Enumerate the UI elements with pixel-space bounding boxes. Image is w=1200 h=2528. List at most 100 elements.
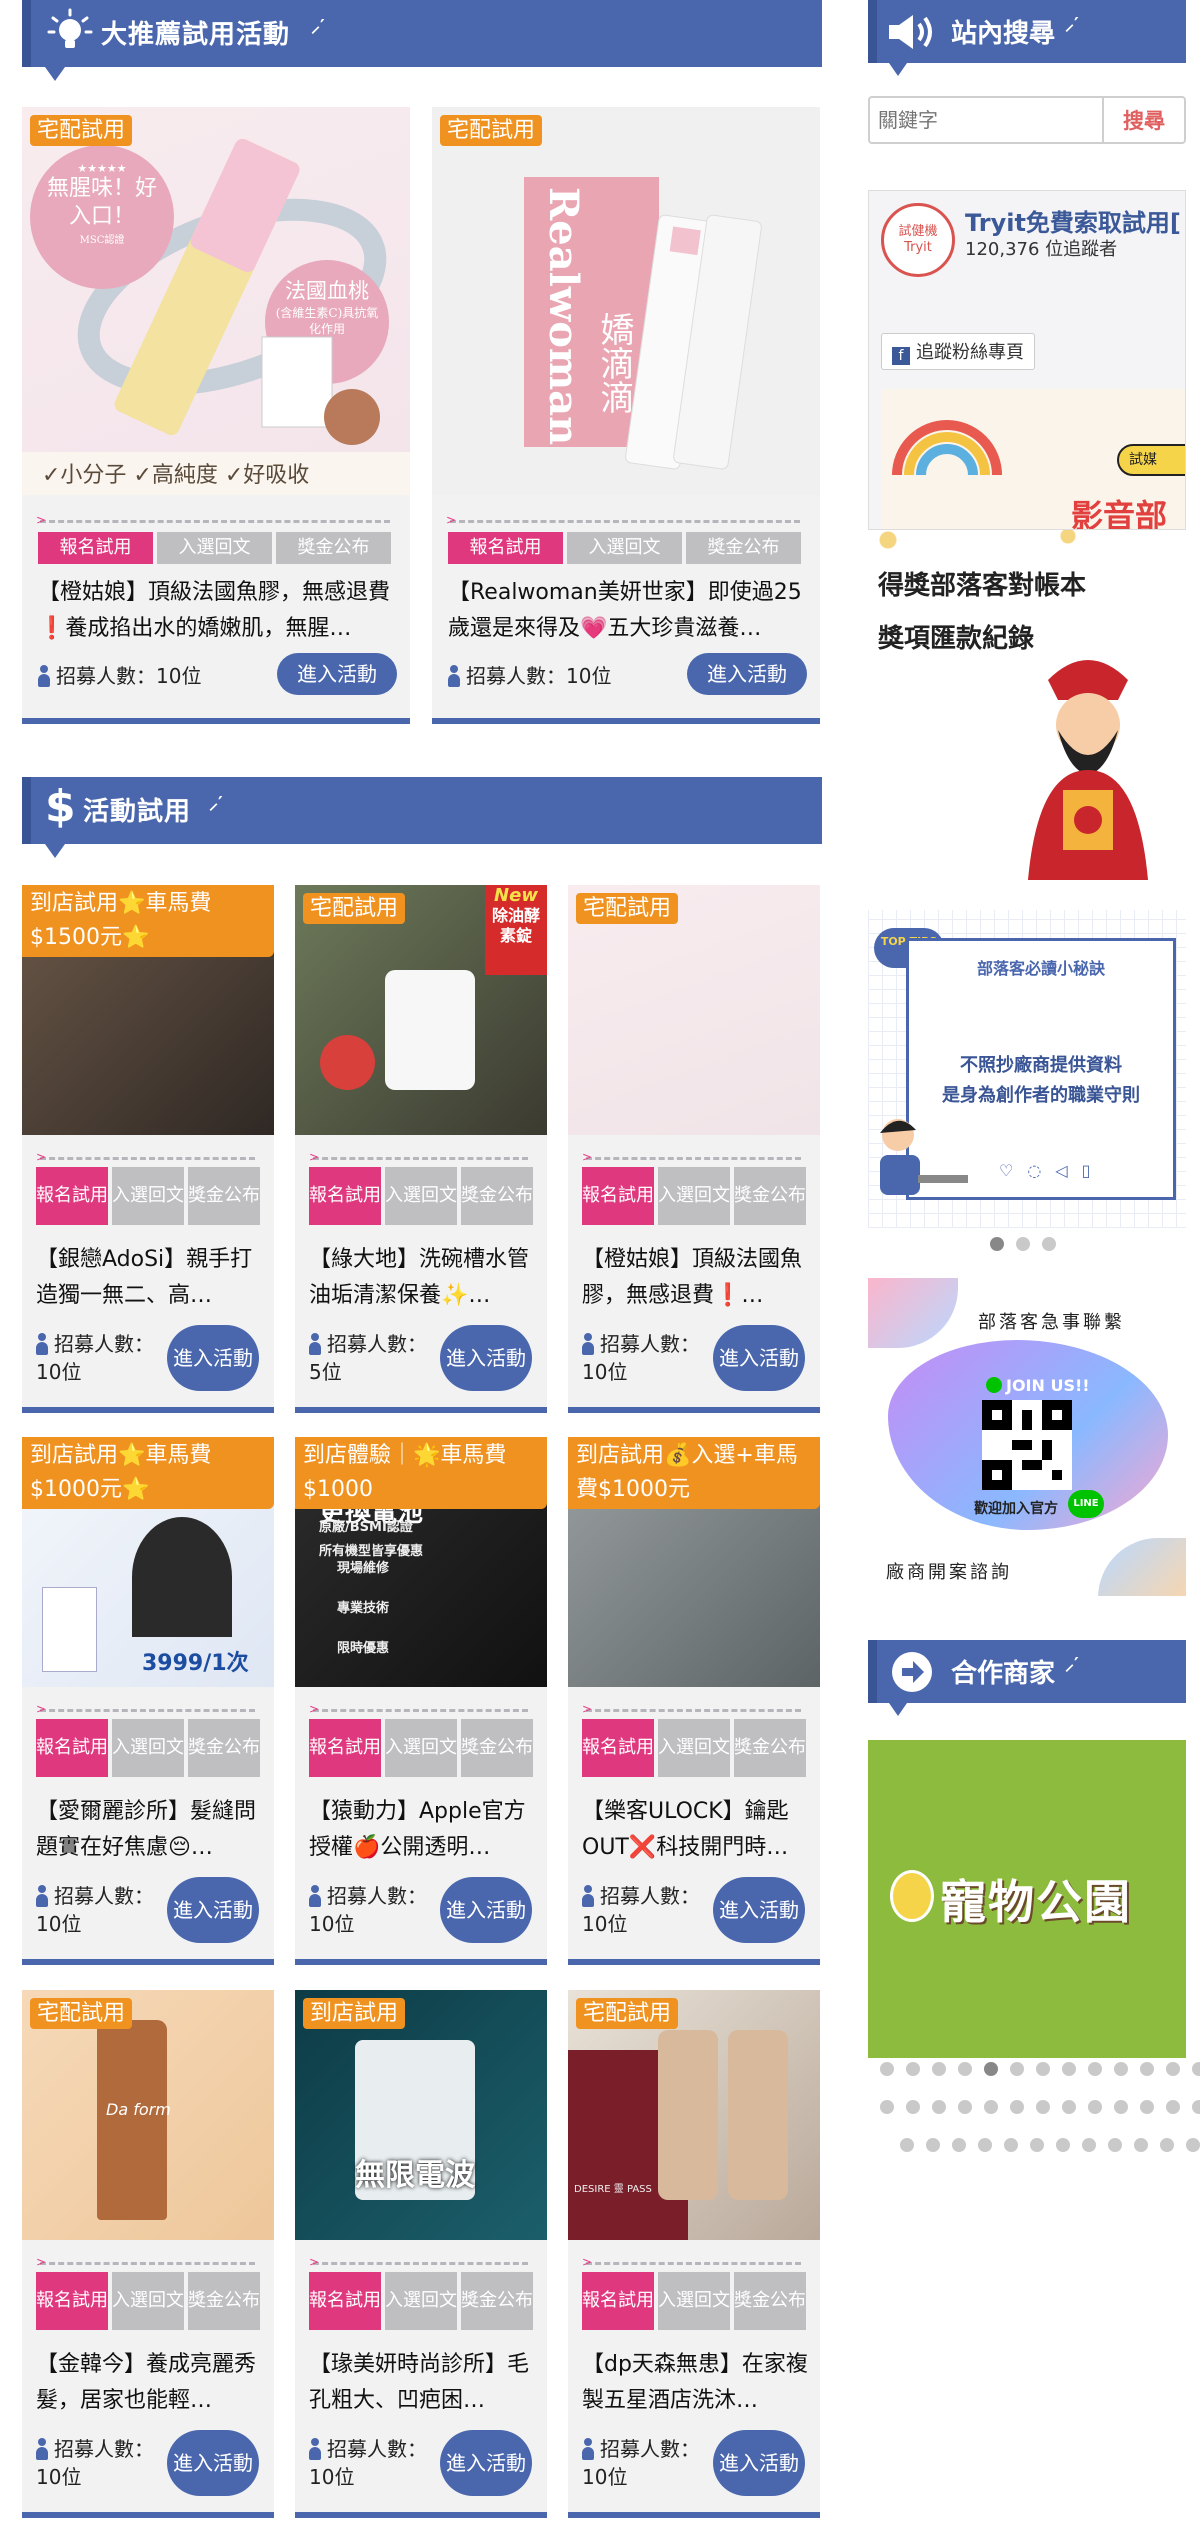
activity-card[interactable]: 3999/1次 到店試用⭐車馬費$1000元⭐ > 報名試用 入選回文 獎金公布 【愛爾麗診… — [22, 1437, 274, 1965]
carousel-dot[interactable] — [906, 2100, 920, 2114]
carousel-dot[interactable] — [1030, 2138, 1044, 2152]
fb-follow-button[interactable]: f 追蹤粉絲專頁 — [881, 333, 1035, 370]
activity-title[interactable]: 【瑑美妍時尚診所】毛孔粗大、凹疤困… — [309, 2347, 535, 2419]
carousel-dot[interactable] — [1016, 1237, 1030, 1251]
carousel-dot[interactable] — [1036, 2100, 1050, 2114]
activity-card[interactable]: 宅配試用 > 報名試用 入選回文 獎金公布 【橙姑娘】頂級法國魚膠，無感退費❗… 招募人數：… — [568, 885, 820, 1413]
activity-title[interactable]: 【猿動力】Apple官方授權🍎公開透明… — [309, 1794, 535, 1866]
partner-logo-banner[interactable]: 寵物公園 — [868, 1740, 1186, 2058]
carousel-dot[interactable] — [906, 2062, 920, 2076]
activity-title[interactable]: 【橙姑娘】頂級法國魚膠，無感退費❗… — [582, 1242, 808, 1314]
recruit-text: 招募人數：10位 — [582, 2437, 700, 2489]
activity-card[interactable]: 到店試用⭐車馬費$1500元⭐ > 報名試用 入選回文 獎金公布 【銀戀AdoSi】親手打… — [22, 885, 274, 1413]
carousel-dot[interactable] — [1192, 2062, 1200, 2076]
carousel-dot[interactable] — [984, 2062, 998, 2076]
carousel-dot[interactable] — [1056, 2138, 1070, 2152]
contact-top: 部落客急事聯繫 — [978, 1312, 1125, 1333]
carousel-dot[interactable] — [926, 2138, 940, 2152]
ledger-banner[interactable]: 得獎部落客對帳本 獎項匯款紀錄 — [868, 530, 1186, 900]
product-image[interactable]: ★★★★★ 無腥味！好入口！ MSC認證 法國血桃 (含維生素C)具抗氧化作用 … — [22, 107, 410, 495]
enter-activity-button[interactable]: 進入活動 — [167, 1325, 259, 1391]
search-input[interactable] — [878, 102, 1098, 138]
dollar-icon: $ — [45, 781, 76, 832]
carousel-dot[interactable] — [1166, 2100, 1180, 2114]
step-award: 獎金公布 — [734, 1719, 806, 1777]
activity-card[interactable]: 無限電波 到店試用 > 報名試用 入選回文 獎金公布 【瑑美妍時尚診所】毛孔粗大、凹疤困… 招… — [295, 1990, 547, 2518]
activity-title[interactable]: 【dp天森無患】在家複製五星酒店洗沐… — [582, 2347, 808, 2419]
carousel-dot[interactable] — [1062, 2100, 1076, 2114]
bubble-left: ★★★★★ 無腥味！好入口！ MSC認證 — [44, 162, 160, 246]
trial-badge: 宅配試用 — [303, 893, 406, 924]
enter-activity-button[interactable]: 進入活動 — [713, 2430, 805, 2496]
tips-banner[interactable]: TOP TIPS 部落客必讀小秘訣 不照抄廠商提供資料 是身為創作者的職業守則 … — [868, 910, 1186, 1228]
person-icon — [36, 1885, 48, 1907]
carousel-dot[interactable] — [978, 2138, 992, 2152]
enter-activity-button[interactable]: 進入活動 — [713, 1877, 805, 1943]
activity-card[interactable]: DESIRE 靈 PASS 宅配試用 > 報名試用 入選回文 獎金公布 【dp天森無患】在家… — [568, 1990, 820, 2518]
carousel-dot[interactable] — [1088, 2100, 1102, 2114]
carousel-dot[interactable] — [1166, 2062, 1180, 2076]
featured-card[interactable]: Realwoman 嬌滴滴 宅配試用 > 報名試用 入選回文 獎金公布 【Rea… — [432, 107, 820, 724]
carousel-dot[interactable] — [1114, 2062, 1128, 2076]
carousel-dot[interactable] — [1192, 2100, 1200, 2114]
fb-page-logo[interactable]: 試健機 Tryit — [881, 203, 955, 277]
activity-card[interactable]: 更換電池 原廠/BSMI認證 所有機型皆享優惠 現場維修 專業技術 限時優惠 到店體驗｜🌟車… — [295, 1437, 547, 1965]
activity-title[interactable]: 【Realwoman美妍世家】即使過25歲還是來得及💗五大珍貴滋養… — [448, 575, 808, 647]
carousel-dot[interactable] — [1160, 2138, 1174, 2152]
activity-title[interactable]: 【樂客ULOCK】鑰匙OUT❌科技開門時… — [582, 1794, 808, 1866]
activity-title[interactable]: 【愛爾麗診所】髮縫問題實在好焦慮😔… — [36, 1794, 262, 1866]
carousel-dot[interactable] — [1082, 2138, 1096, 2152]
carousel-dot[interactable] — [1134, 2138, 1148, 2152]
step-tracker: 報名試用 入選回文 獎金公布 — [309, 1719, 533, 1777]
enter-activity-button[interactable]: 進入活動 — [440, 1877, 532, 1943]
carousel-dot[interactable] — [1140, 2062, 1154, 2076]
enter-activity-button[interactable]: 進入活動 — [440, 2430, 532, 2496]
activity-title[interactable]: 【金韓今】養成亮麗秀髮，居家也能輕… — [36, 2347, 262, 2419]
carousel-dot[interactable] — [1062, 2062, 1076, 2076]
featured-card[interactable]: ★★★★★ 無腥味！好入口！ MSC認證 法國血桃 (含維生素C)具抗氧化作用 … — [22, 107, 410, 724]
carousel-dot[interactable] — [900, 2138, 914, 2152]
progress-divider: > — [309, 1702, 528, 1716]
activity-card[interactable]: 到店試用💰入選+車馬費$1000元 > 報名試用 入選回文 獎金公布 【樂客ULOCK】鑰… — [568, 1437, 820, 1965]
carousel-dot[interactable] — [958, 2100, 972, 2114]
carousel-dot[interactable] — [1004, 2138, 1018, 2152]
carousel-dot[interactable] — [1186, 2138, 1200, 2152]
carousel-dot[interactable] — [1036, 2062, 1050, 2076]
enter-activity-button[interactable]: 進入活動 — [277, 653, 397, 695]
carousel-dot[interactable] — [880, 2100, 894, 2114]
activity-title[interactable]: 【橙姑娘】頂級法國魚膠，無感退費❗️養成掐出水的嬌嫩肌，無腥… — [38, 575, 398, 647]
contact-banner[interactable]: 部落客急事聯繫 JOIN US!! 歡迎加入官方 LINE 廠商開案諮詢 — [868, 1278, 1186, 1596]
carousel-dot[interactable] — [984, 2100, 998, 2114]
carousel-dot[interactable] — [1010, 2062, 1024, 2076]
carousel-dot[interactable] — [1088, 2062, 1102, 2076]
enter-activity-button[interactable]: 進入活動 — [440, 1325, 532, 1391]
carousel-dot[interactable] — [990, 1237, 1004, 1251]
carousel-dot[interactable] — [932, 2100, 946, 2114]
carousel-dot[interactable] — [1114, 2100, 1128, 2114]
enter-activity-button[interactable]: 進入活動 — [713, 1325, 805, 1391]
step-apply: 報名試用 — [582, 2272, 654, 2330]
carousel-dot[interactable] — [1042, 1237, 1056, 1251]
carousel-dot[interactable] — [1108, 2138, 1122, 2152]
enter-activity-button[interactable]: 進入活動 — [167, 1877, 259, 1943]
carousel-dot[interactable] — [880, 2062, 894, 2076]
activity-card[interactable]: Da form 宅配試用 > 報名試用 入選回文 獎金公布 【金韓今】養成亮麗秀髮，居家也能… — [22, 1990, 274, 2518]
activity-title[interactable]: 【銀戀AdoSi】親手打造獨一無二、高… — [36, 1242, 262, 1314]
product-image[interactable]: Realwoman 嬌滴滴 — [432, 107, 820, 495]
carousel-dot[interactable] — [958, 2062, 972, 2076]
enter-activity-button[interactable]: 進入活動 — [687, 653, 807, 695]
fb-page-name[interactable]: Tryit免費索取試用[ — [965, 203, 1181, 238]
activity-title[interactable]: 【綠大地】洗碗槽水管油垢清潔保養✨… — [309, 1242, 535, 1314]
carousel-dot[interactable] — [1140, 2100, 1154, 2114]
enter-activity-button[interactable]: 進入活動 — [167, 2430, 259, 2496]
box-brand: Realwoman — [540, 187, 587, 446]
activity-card[interactable]: New 除油酵素錠 宅配試用 > 報名試用 入選回文 獎金公布 【綠大地】洗碗槽水管油垢清潔… — [295, 885, 547, 1413]
search-button[interactable]: 搜尋 — [1102, 98, 1184, 142]
recruit-text: 招募人數：10位 — [466, 664, 612, 688]
qr-code[interactable] — [982, 1400, 1072, 1490]
carousel-dot[interactable] — [952, 2138, 966, 2152]
carousel-dot[interactable] — [932, 2062, 946, 2076]
recruit-count: 招募人數：10位 — [582, 2435, 702, 2491]
carousel-dot[interactable] — [1010, 2100, 1024, 2114]
facebook-page-widget[interactable]: 試健機 Tryit Tryit免費索取試用[ 120,376 位追蹤者 f 追蹤粉… — [868, 190, 1186, 530]
